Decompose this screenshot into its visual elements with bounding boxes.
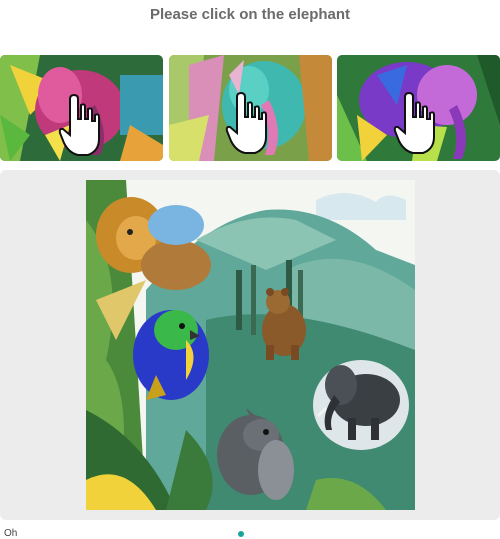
jungle-scene-illustration — [86, 180, 415, 510]
footer-label: Oh — [4, 528, 18, 539]
challenge-scene-image[interactable] — [86, 180, 415, 510]
choice-thumbnails — [0, 55, 500, 161]
status-dot — [238, 531, 244, 537]
choice-thumbnail-1[interactable] — [0, 55, 163, 161]
elephant-thumbnail-image-2 — [169, 55, 332, 161]
elephant-thumbnail-image-3 — [337, 55, 500, 161]
choice-thumbnail-3[interactable] — [337, 55, 500, 161]
elephant-figure — [313, 360, 409, 450]
challenge-stage — [0, 170, 500, 520]
choice-thumbnail-2[interactable] — [169, 55, 332, 161]
elephant-thumbnail-image-1 — [0, 55, 163, 161]
prompt-text: Please click on the elephant — [149, 6, 351, 23]
parrot-figure — [133, 310, 209, 400]
